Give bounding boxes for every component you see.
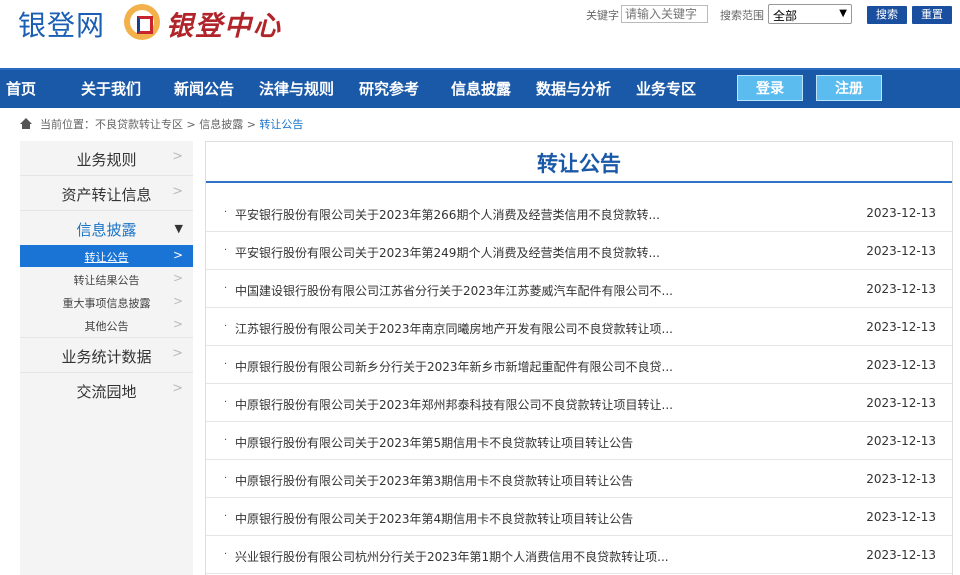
search-button[interactable]: 搜索: [867, 6, 907, 24]
nav-item-laws[interactable]: 法律与规则: [259, 70, 334, 108]
list-item[interactable]: · 中原银行股份有限公司关于2023年第3期信用卡不良贷款转让项目转让公告 20…: [206, 460, 952, 498]
chevron-right-icon: >: [172, 381, 183, 396]
sidebar-item-forum[interactable]: 交流园地 >: [20, 373, 193, 407]
list-item-date: 2023-12-13: [866, 320, 936, 334]
list-item-date: 2023-12-13: [866, 396, 936, 410]
sidebar-sub-item-label: 其他公告: [84, 320, 129, 333]
list-item-title[interactable]: 中原银行股份有限公司关于2023年郑州邦泰科技有限公司不良贷款转让项目转让...: [235, 396, 673, 413]
list-item-title[interactable]: 江苏银行股份有限公司关于2023年南京同曦房地产开发有限公司不良贷款转让项...: [235, 320, 673, 337]
list-item-title[interactable]: 中国建设银行股份有限公司江苏省分行关于2023年江苏菱威汽车配件有限公司不...: [235, 282, 673, 299]
list-item[interactable]: · 中国建设银行股份有限公司江苏省分行关于2023年江苏菱威汽车配件有限公司不.…: [206, 270, 952, 308]
bullet-icon: ·: [224, 321, 228, 332]
sidebar-sub-item-transfer-notice[interactable]: 转让公告 >: [20, 245, 193, 267]
main-nav: 首页 关于我们 新闻公告 法律与规则 研究参考 信息披露 数据与分析 业务专区 …: [0, 68, 960, 108]
chevron-right-icon: >: [172, 149, 183, 164]
list-item-title[interactable]: 中原银行股份有限公司关于2023年第5期信用卡不良贷款转让项目转让公告: [235, 434, 633, 451]
bullet-icon: ·: [224, 435, 228, 446]
sidebar-item-label: 交流园地: [76, 383, 137, 401]
breadcrumb: 当前位置：不良贷款转让专区 > 信息披露 > 转让公告: [20, 116, 303, 132]
content-panel: 转让公告 · 平安银行股份有限公司关于2023年第266期个人消费及经营类信用不…: [205, 141, 953, 575]
sidebar-sub-item-label: 重大事项信息披露: [62, 297, 151, 310]
chevron-right-icon: >: [172, 248, 183, 262]
list-item-date: 2023-12-13: [866, 244, 936, 258]
breadcrumb-current[interactable]: 转让公告: [259, 118, 303, 131]
list-item-date: 2023-12-13: [866, 434, 936, 448]
chevron-right-icon: >: [172, 271, 183, 285]
breadcrumb-prefix: 当前位置：: [40, 118, 95, 131]
sidebar-sub-item-label: 转让公告: [84, 251, 129, 264]
chevron-right-icon: >: [172, 317, 183, 331]
reset-button[interactable]: 重置: [912, 6, 952, 24]
brand-name[interactable]: 银登网: [18, 4, 105, 44]
page-title: 转让公告: [537, 152, 621, 176]
bullet-icon: ·: [224, 207, 228, 218]
list-item[interactable]: · 中原银行股份有限公司关于2023年郑州邦泰科技有限公司不良贷款转让项目转让.…: [206, 384, 952, 422]
list-item[interactable]: · 兴业银行股份有限公司杭州分行关于2023年第1期个人消费信用不良贷款转让项.…: [206, 536, 952, 574]
chevron-right-icon: >: [172, 294, 183, 308]
range-select[interactable]: 全部 ▼: [768, 4, 852, 24]
chevron-right-icon: >: [172, 184, 183, 199]
brand-logo-text[interactable]: 银登中心: [166, 4, 282, 43]
list-item[interactable]: · 中原银行股份有限公司关于2023年第5期信用卡不良贷款转让项目转让公告 20…: [206, 422, 952, 460]
bullet-icon: ·: [224, 511, 228, 522]
bullet-icon: ·: [224, 283, 228, 294]
nav-item-research[interactable]: 研究参考: [359, 70, 419, 108]
nav-item-home[interactable]: 首页: [6, 70, 36, 108]
range-selected-value: 全部: [773, 9, 798, 23]
sidebar-sub-item-major-events[interactable]: 重大事项信息披露 >: [20, 291, 193, 313]
sidebar-item-statistics[interactable]: 业务统计数据 >: [20, 338, 193, 372]
register-button[interactable]: 注册: [816, 75, 882, 101]
keyword-label: 关键字: [586, 9, 619, 22]
list-item[interactable]: · 中原银行股份有限公司关于2023年第4期信用卡不良贷款转让项目转让公告 20…: [206, 498, 952, 536]
list-item-date: 2023-12-13: [866, 472, 936, 486]
bullet-icon: ·: [224, 473, 228, 484]
nav-item-about[interactable]: 关于我们: [81, 70, 141, 108]
brand-logo-icon[interactable]: [124, 4, 160, 40]
bullet-icon: ·: [224, 397, 228, 408]
sidebar-item-disclosure[interactable]: 信息披露 ▼: [20, 211, 193, 245]
sidebar-item-label: 资产转让信息: [61, 186, 152, 204]
range-label: 搜索范围: [720, 9, 764, 22]
triangle-down-icon: ▼: [174, 222, 183, 235]
list-item-date: 2023-12-13: [866, 510, 936, 524]
sidebar-sub-item-other[interactable]: 其他公告 >: [20, 314, 193, 336]
title-underline: [206, 181, 952, 183]
sidebar-sub-item-result-notice[interactable]: 转让结果公告 >: [20, 268, 193, 290]
nav-item-data[interactable]: 数据与分析: [536, 70, 611, 108]
list-item[interactable]: · 中原银行股份有限公司新乡分行关于2023年新乡市新增起重配件有限公司不良贷.…: [206, 346, 952, 384]
list-item-date: 2023-12-13: [866, 206, 936, 220]
list-item-date: 2023-12-13: [866, 358, 936, 372]
sidebar-item-label: 业务规则: [76, 151, 137, 169]
list-item-title[interactable]: 中原银行股份有限公司新乡分行关于2023年新乡市新增起重配件有限公司不良贷...: [235, 358, 673, 375]
sidebar-item-label: 信息披露: [76, 221, 137, 239]
bullet-icon: ·: [224, 245, 228, 256]
sidebar: 业务规则 > 资产转让信息 > 信息披露 ▼ 转让公告 > 转让结果公告 > 重…: [20, 141, 193, 575]
list-item-title[interactable]: 中原银行股份有限公司关于2023年第3期信用卡不良贷款转让项目转让公告: [235, 472, 633, 489]
chevron-down-icon: ▼: [839, 8, 847, 19]
login-button[interactable]: 登录: [737, 75, 803, 101]
list-item-title[interactable]: 平安银行股份有限公司关于2023年第266期个人消费及经营类信用不良贷款转...: [235, 206, 660, 223]
breadcrumb-path[interactable]: 不良贷款转让专区 > 信息披露 >: [95, 118, 259, 131]
nav-item-business[interactable]: 业务专区: [636, 70, 696, 108]
sidebar-item-rules[interactable]: 业务规则 >: [20, 141, 193, 175]
home-icon: [20, 118, 32, 129]
chevron-right-icon: >: [172, 346, 183, 361]
bullet-icon: ·: [224, 549, 228, 560]
sidebar-sub-item-label: 转让结果公告: [73, 274, 140, 287]
list-item-title[interactable]: 兴业银行股份有限公司杭州分行关于2023年第1期个人消费信用不良贷款转让项...: [235, 548, 669, 565]
site-header: 银登网 银登中心 关键字 搜索范围 全部 ▼ 搜索 重置: [0, 0, 960, 68]
list-item-date: 2023-12-13: [866, 548, 936, 562]
list-item[interactable]: · 江苏银行股份有限公司关于2023年南京同曦房地产开发有限公司不良贷款转让项.…: [206, 308, 952, 346]
list-item[interactable]: · 平安银行股份有限公司关于2023年第266期个人消费及经营类信用不良贷款转.…: [206, 194, 952, 232]
keyword-input[interactable]: [621, 5, 708, 23]
list-item-title[interactable]: 中原银行股份有限公司关于2023年第4期信用卡不良贷款转让项目转让公告: [235, 510, 633, 527]
sidebar-item-label: 业务统计数据: [61, 348, 152, 366]
list-item-title[interactable]: 平安银行股份有限公司关于2023年第249期个人消费及经营类信用不良贷款转...: [235, 244, 660, 261]
sidebar-item-asset-transfer[interactable]: 资产转让信息 >: [20, 176, 193, 210]
nav-item-disclosure[interactable]: 信息披露: [451, 70, 511, 108]
nav-item-news[interactable]: 新闻公告: [174, 70, 234, 108]
list-item[interactable]: · 平安银行股份有限公司关于2023年第249期个人消费及经营类信用不良贷款转.…: [206, 232, 952, 270]
bullet-icon: ·: [224, 359, 228, 370]
list-item-date: 2023-12-13: [866, 282, 936, 296]
